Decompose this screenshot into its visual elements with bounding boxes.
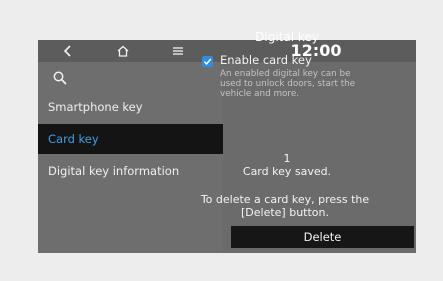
delete-button[interactable]: Delete — [231, 226, 414, 248]
sidebar-item-card-key[interactable]: Card key — [38, 124, 223, 154]
checkmark-icon — [203, 58, 212, 66]
enable-card-key-label: Enable card key — [220, 53, 312, 67]
menu-button[interactable] — [164, 40, 192, 62]
back-button[interactable] — [54, 40, 82, 62]
search-button[interactable] — [50, 68, 70, 88]
card-count: 1 — [283, 152, 291, 165]
search-icon — [53, 71, 67, 85]
sidebar: Smartphone key Card key Digital key info… — [38, 62, 223, 253]
page-title: Digital key — [255, 30, 319, 44]
home-icon — [117, 45, 129, 57]
home-button[interactable] — [109, 40, 137, 62]
sidebar-item-digital-key-information[interactable]: Digital key information — [38, 156, 223, 186]
menu-icon — [173, 47, 183, 55]
enable-card-key-checkbox[interactable] — [202, 56, 213, 67]
enable-card-key-description: An enabled digital key can be used to un… — [220, 69, 356, 99]
chevron-left-icon — [63, 45, 71, 57]
delete-instructions: To delete a card key, press the [Delete]… — [200, 193, 370, 219]
sidebar-item-smartphone-key[interactable]: Smartphone key — [38, 92, 223, 122]
card-saved-text: Card key saved. — [242, 165, 332, 178]
